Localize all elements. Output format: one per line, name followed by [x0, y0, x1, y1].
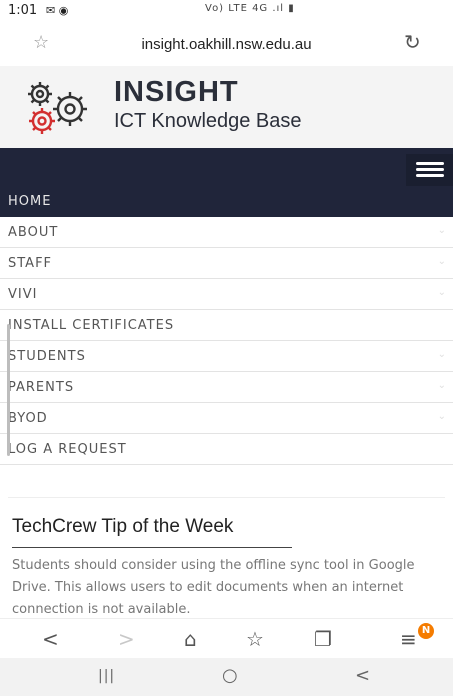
menu-item-label: PARENTS — [8, 380, 75, 395]
menu-item-staff[interactable]: STAFF ⌄ — [0, 248, 453, 279]
chevron-down-icon[interactable]: ⌄ — [438, 349, 447, 360]
chevron-down-icon[interactable]: ⌄ — [438, 256, 447, 267]
menu-item-home[interactable]: HOME — [0, 186, 453, 217]
bookmarks-button[interactable]: ☆ — [246, 627, 264, 651]
divider — [8, 497, 445, 498]
site-title[interactable]: INSIGHT — [114, 76, 239, 109]
menu-item-students[interactable]: STUDENTS ⌄ — [0, 341, 453, 372]
status-time: 1:01 — [8, 3, 38, 18]
nav-menu: HOME ABOUT ⌄ STAFF ⌄ VIVI ⌄ INSTALL CERTIFICATE… — [0, 186, 453, 465]
system-nav-bar: ||| ○ < — [0, 658, 453, 696]
chevron-down-icon[interactable]: ⌄ — [438, 411, 447, 422]
home-button[interactable]: ⌂ — [184, 627, 197, 651]
menu-item-log-a-request[interactable]: LOG A REQUEST — [0, 434, 453, 465]
scrollbar[interactable] — [7, 324, 10, 456]
menu-item-install-certificates[interactable]: INSTALL CERTIFICATES — [0, 310, 453, 341]
browser-url-bar: ☆ insight.oakhill.nsw.edu.au ↻ — [0, 24, 453, 64]
system-home-button[interactable]: ○ — [222, 665, 238, 686]
hamburger-menu-icon[interactable] — [406, 154, 453, 186]
forward-button[interactable]: > — [118, 627, 135, 651]
gears-logo-icon[interactable] — [20, 79, 100, 139]
menu-item-label: VIVI — [8, 287, 38, 302]
site-header: INSIGHT ICT Knowledge Base — [0, 66, 453, 148]
menu-item-label: BYOD — [8, 411, 48, 426]
chevron-down-icon[interactable]: ⌄ — [438, 380, 447, 391]
recents-button[interactable]: ||| — [98, 668, 115, 684]
tabs-button[interactable]: ❐ — [314, 627, 332, 651]
system-back-button[interactable]: < — [355, 665, 370, 686]
menu-item-label: INSTALL CERTIFICATES — [8, 318, 175, 333]
url-field[interactable]: insight.oakhill.nsw.edu.au — [0, 36, 453, 53]
notification-badge: N — [418, 623, 434, 639]
menu-item-label: STUDENTS — [8, 349, 86, 364]
menu-button[interactable]: ≡ — [400, 627, 417, 651]
menu-item-label: HOME — [8, 194, 52, 209]
status-bar: 1:01 ✉ ◉ Vo) LTE 4G .ıl ▮ — [0, 0, 453, 22]
tip-title-underline — [12, 547, 292, 548]
chevron-down-icon[interactable]: ⌄ — [438, 225, 447, 236]
tip-title: TechCrew Tip of the Week — [12, 516, 234, 537]
tip-body: Students should consider using the offli… — [12, 558, 415, 617]
notification-icons: ✉ ◉ — [46, 4, 69, 17]
menu-item-byod[interactable]: BYOD ⌄ — [0, 403, 453, 434]
chevron-down-icon[interactable]: ⌄ — [438, 287, 447, 298]
site-subtitle: ICT Knowledge Base — [114, 110, 302, 132]
reload-icon[interactable]: ↻ — [404, 30, 421, 54]
menu-item-parents[interactable]: PARENTS ⌄ — [0, 372, 453, 403]
back-button[interactable]: < — [42, 627, 59, 651]
menu-item-about[interactable]: ABOUT ⌄ — [0, 217, 453, 248]
browser-toolbar: < > ⌂ ☆ ❐ ≡ N — [0, 618, 453, 658]
signal-battery-icons: Vo) LTE 4G .ıl ▮ — [205, 3, 295, 14]
menu-item-label: STAFF — [8, 256, 53, 271]
menu-item-vivi[interactable]: VIVI ⌄ — [0, 279, 453, 310]
nav-bar — [0, 148, 453, 186]
menu-item-label: LOG A REQUEST — [8, 442, 127, 457]
menu-item-label: ABOUT — [8, 225, 59, 240]
